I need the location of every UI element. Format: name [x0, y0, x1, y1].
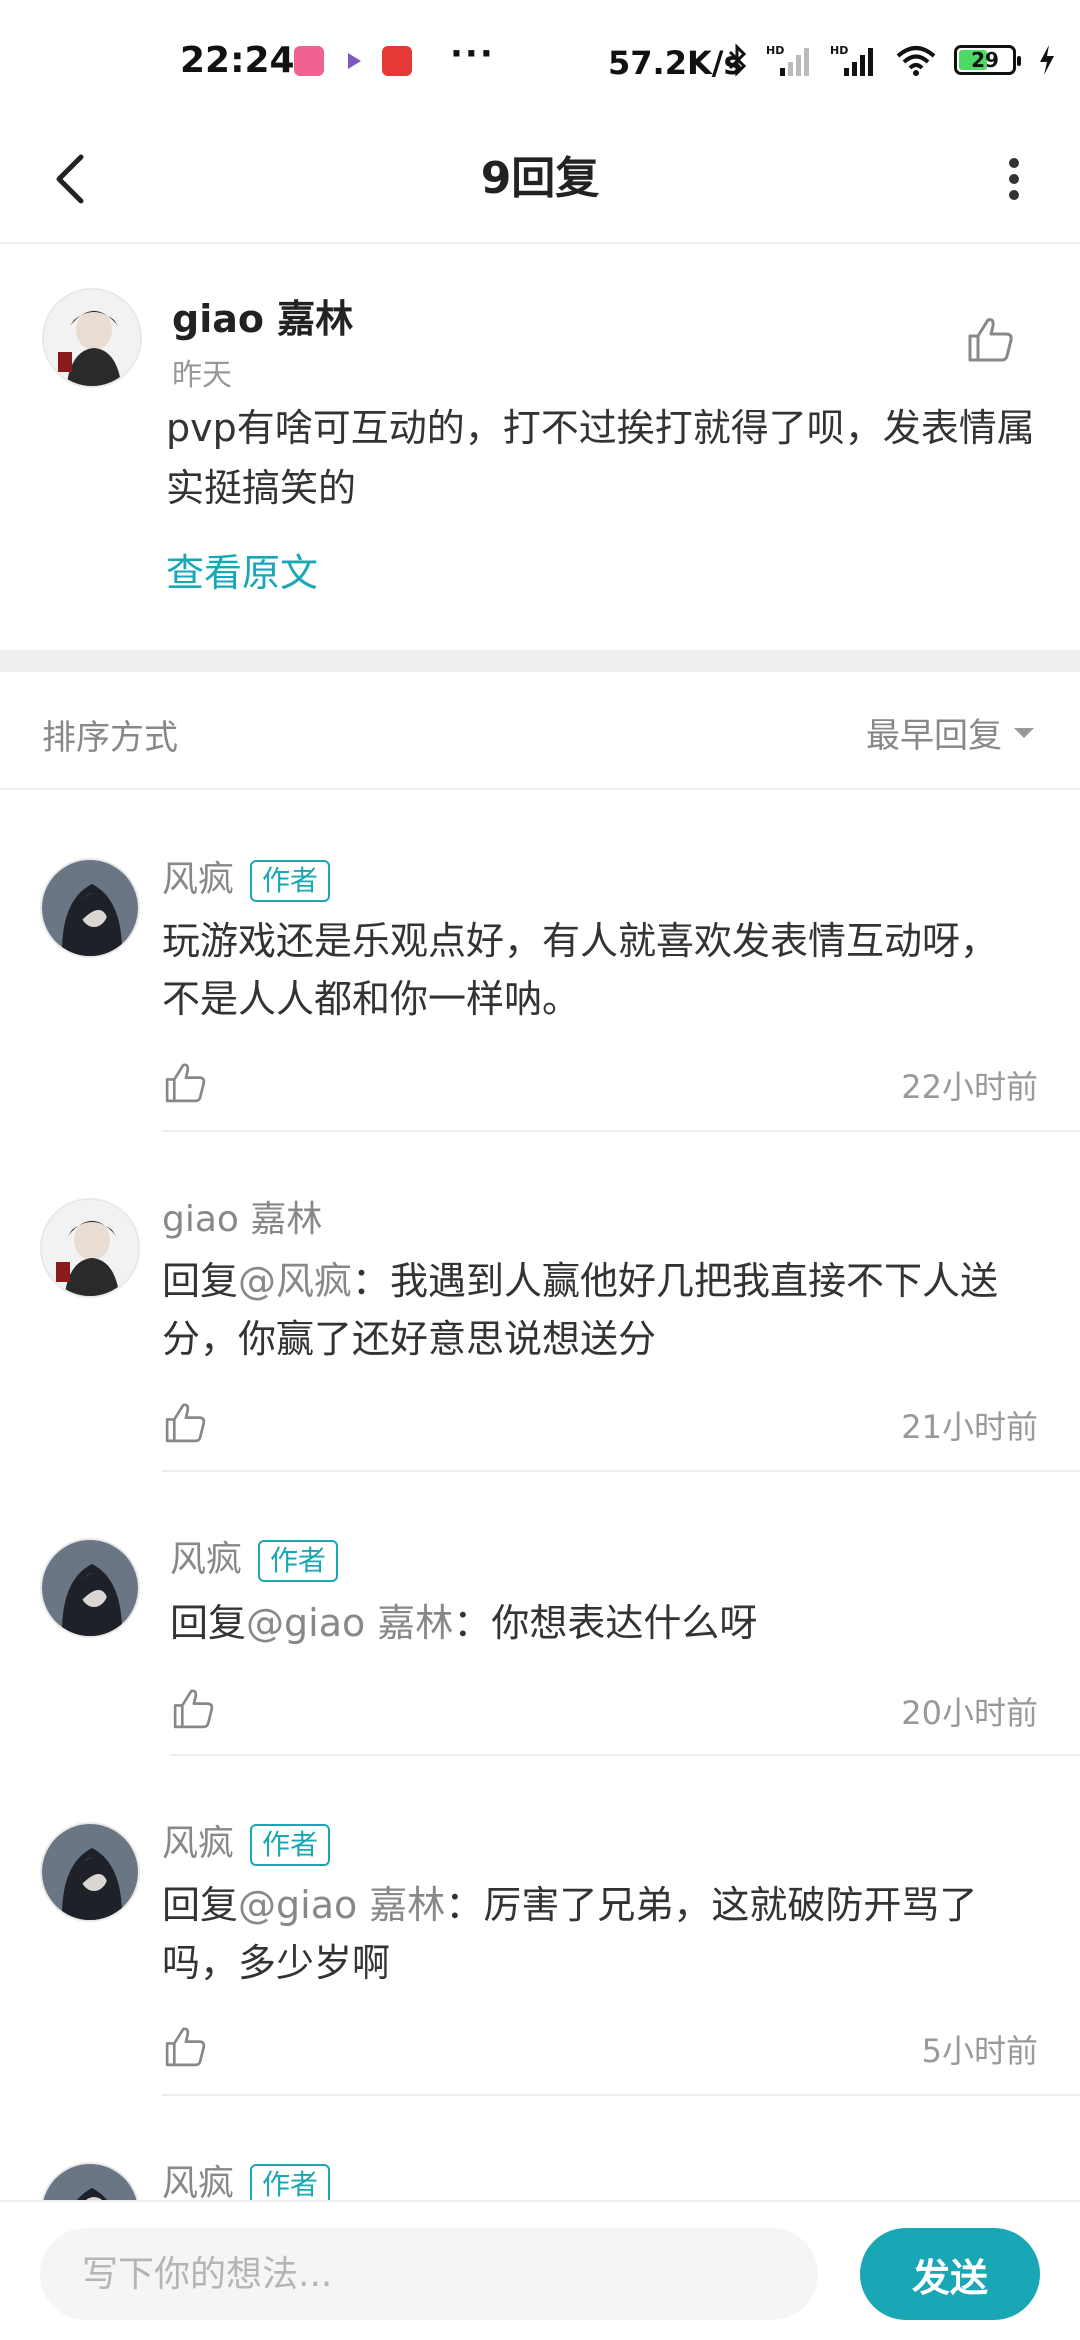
reply-author[interactable]: 风疯	[170, 1538, 242, 1582]
thumbs-up-icon	[165, 2027, 206, 2067]
reply-item: 风疯 作者 回复@giao 嘉林：你想表达什么呀 20小时前	[0, 1538, 1080, 1756]
post-time: 昨天	[172, 358, 232, 393]
bilibili-icon	[294, 46, 324, 76]
like-button[interactable]	[168, 1684, 218, 1734]
reply-prefix: 回复	[162, 1883, 239, 1927]
thumbs-up-icon	[173, 1689, 214, 1729]
reply-time: 20小时前	[901, 1694, 1038, 1732]
thumbs-up-icon	[968, 318, 1013, 362]
sort-bar: 排序方式 最早回复	[0, 672, 1080, 790]
section-divider	[0, 650, 1080, 672]
like-button[interactable]	[160, 1398, 210, 1448]
avatar[interactable]	[40, 1822, 140, 1922]
avatar[interactable]	[42, 288, 142, 388]
notification-icons	[294, 46, 412, 76]
thumbs-up-icon	[165, 1063, 206, 1103]
reply-text: 回复@风疯：我遇到人赢他好几把我直接不下人送分，你赢了还好意思说想送分	[162, 1252, 1032, 1368]
like-button[interactable]	[160, 2022, 210, 2072]
svg-text:HD: HD	[830, 44, 848, 57]
status-time: 22:24	[180, 40, 295, 81]
author-badge: 作者	[250, 1824, 331, 1866]
mention-link[interactable]: @风疯	[238, 1259, 352, 1303]
reply-prefix: 回复	[162, 1259, 239, 1303]
hd-signal-icon: HD	[766, 44, 809, 76]
reply-author[interactable]: 风疯	[162, 2162, 234, 2200]
reply-prefix: 回复	[170, 1601, 247, 1645]
reply-content: ：你想表达什么呀	[453, 1601, 758, 1645]
more-options-button[interactable]	[984, 144, 1044, 214]
author-badge: 作者	[250, 860, 331, 902]
video-play-icon	[338, 46, 368, 76]
reply-divider	[162, 1130, 1080, 1132]
reply-author[interactable]: giao 嘉林	[162, 1198, 322, 1242]
reply-author[interactable]: 风疯	[162, 858, 234, 902]
sort-dropdown[interactable]: 最早回复	[866, 708, 1036, 757]
reply-time: 22小时前	[901, 1068, 1038, 1106]
battery-level: 29	[971, 48, 999, 72]
reply-text: 回复@giao 嘉林：厉害了兄弟，这就破防开骂了吗，多少岁啊	[162, 1876, 1032, 1992]
like-button[interactable]	[962, 312, 1018, 368]
caret-down-icon	[1014, 727, 1034, 738]
avatar[interactable]	[40, 858, 140, 958]
more-notifications-icon: ···	[450, 34, 495, 74]
reply-time: 21小时前	[901, 1408, 1038, 1446]
reply-content: 玩游戏还是乐观点好，有人就喜欢发表情互动呀，不是人人都和你一样呐。	[162, 919, 999, 1021]
svg-text:HD: HD	[766, 44, 784, 57]
reply-divider	[162, 2094, 1080, 2096]
avatar[interactable]	[40, 2162, 140, 2200]
comment-composer: 发送	[0, 2200, 1080, 2340]
mention-link[interactable]: @giao 嘉林	[246, 1601, 453, 1645]
author-badge: 作者	[250, 2164, 331, 2200]
bluetooth-icon	[728, 43, 747, 77]
page-header: 9回复	[0, 120, 1080, 244]
network-speed: 57.2K/s	[608, 44, 743, 82]
sort-label: 排序方式	[42, 718, 178, 758]
comment-text: pvp有啥可互动的，打不过挨打就得了呗，发表情属实挺搞笑的	[166, 406, 1035, 510]
sort-value: 最早回复	[866, 716, 1002, 756]
reply-item: 风疯 作者 回复@giao 嘉林：厉害了兄弟，这就破防开骂了吗，多少岁啊 5小时…	[0, 1822, 1080, 2096]
reply-time: 5小时前	[921, 2032, 1038, 2070]
reply-text: 回复@giao 嘉林：你想表达什么呀	[170, 1594, 1032, 1652]
send-button[interactable]: 发送	[860, 2228, 1040, 2320]
reply-item: giao 嘉林 回复@风疯：我遇到人赢他好几把我直接不下人送分，你赢了还好意思说…	[0, 1198, 1080, 1472]
avatar[interactable]	[40, 1538, 140, 1638]
reply-divider	[170, 1754, 1080, 1756]
reply-text: 玩游戏还是乐观点好，有人就喜欢发表情互动呀，不是人人都和你一样呐。	[162, 912, 1032, 1028]
reply-item: 风疯 作者	[0, 2162, 1080, 2200]
battery-icon: 29	[954, 45, 1021, 75]
status-bar: 22:24 ··· 57.2K/s HD HD 29	[0, 0, 1080, 120]
view-original-link[interactable]: 查看原文	[166, 542, 318, 597]
system-icons: HD HD 29	[726, 42, 1056, 78]
wifi-icon	[896, 46, 936, 76]
charging-icon	[1040, 45, 1054, 75]
comment-input[interactable]	[40, 2228, 818, 2320]
author-name[interactable]: giao 嘉林	[172, 288, 353, 343]
reply-item: 风疯 作者 玩游戏还是乐观点好，有人就喜欢发表情互动呀，不是人人都和你一样呐。 …	[0, 858, 1080, 1132]
hd-signal-icon: HD	[830, 44, 873, 76]
original-comment: giao 嘉林 昨天 pvp有啥可互动的，打不过挨打就得了呗，发表情属实挺搞笑的…	[0, 246, 1080, 650]
mention-link[interactable]: @giao 嘉林	[238, 1883, 445, 1927]
reply-divider	[162, 1470, 1080, 1472]
avatar[interactable]	[40, 1198, 140, 1298]
page-title: 9回复	[480, 153, 600, 204]
author-badge: 作者	[258, 1540, 339, 1582]
thumbs-up-icon	[165, 1403, 206, 1443]
like-button[interactable]	[160, 1058, 210, 1108]
reply-author[interactable]: 风疯	[162, 1822, 234, 1866]
red-app-icon	[382, 46, 412, 76]
more-vertical-icon	[1009, 158, 1019, 200]
